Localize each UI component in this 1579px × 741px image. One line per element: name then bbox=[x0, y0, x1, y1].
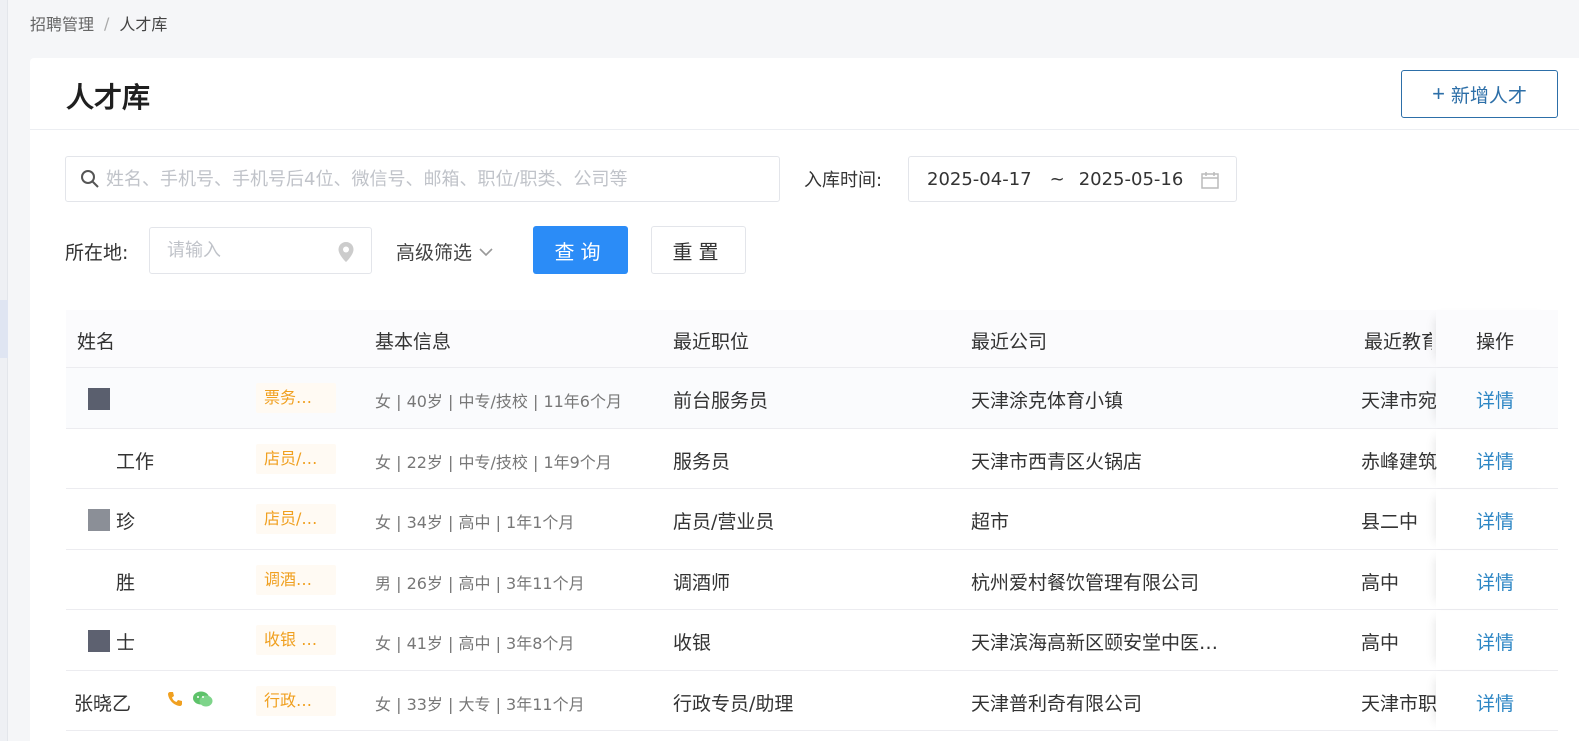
job-intent-tag: 收银 … bbox=[256, 625, 336, 655]
plus-icon: + bbox=[1432, 81, 1445, 106]
search-box[interactable] bbox=[65, 156, 780, 202]
table-header: 姓名 基本信息 最近职位 最近公司 最近教育 操作 bbox=[66, 310, 1558, 368]
location-field[interactable] bbox=[149, 227, 372, 274]
recent-education: 赤峰建筑 bbox=[1361, 450, 1438, 473]
breadcrumb-current: 人才库 bbox=[119, 15, 168, 34]
header-education: 最近教育 bbox=[1364, 331, 1432, 353]
breadcrumb-parent[interactable]: 招聘管理 bbox=[30, 11, 94, 35]
advanced-filter-toggle[interactable]: 高级筛选 bbox=[396, 238, 494, 265]
header-action: 操作 bbox=[1476, 331, 1515, 353]
recent-position: 调酒师 bbox=[673, 571, 731, 594]
basic-info: 女 | 40岁 | 中专/技校 | 11年6个月 bbox=[375, 392, 622, 411]
action-cell: 详情 bbox=[1436, 489, 1558, 549]
search-input[interactable] bbox=[106, 168, 746, 190]
side-nav-selected[interactable] bbox=[0, 300, 8, 358]
table-row[interactable]: 工作 店员/… 女 | 22岁 | 中专/技校 | 1年9个月 服务员 天津市西青区火锅… bbox=[66, 429, 1558, 489]
action-cell: 详情 bbox=[1436, 671, 1558, 731]
side-nav-strip bbox=[0, 0, 8, 741]
wechat-icon[interactable] bbox=[192, 690, 214, 708]
avatar bbox=[88, 630, 110, 652]
basic-info: 女 | 33岁 | 大专 | 3年11个月 bbox=[375, 694, 585, 714]
phone-icon[interactable] bbox=[166, 690, 184, 708]
detail-link[interactable]: 详情 bbox=[1476, 689, 1514, 716]
candidate-name[interactable]: 珍 bbox=[116, 507, 135, 534]
avatar bbox=[88, 509, 110, 531]
basic-info: 女 | 22岁 | 中专/技校 | 1年9个月 bbox=[375, 452, 612, 472]
job-intent-tag: 店员/… bbox=[256, 504, 336, 534]
candidate-name[interactable]: 胜 bbox=[116, 568, 135, 595]
recent-company: 天津滨海高新区颐安堂中医… bbox=[971, 632, 1219, 654]
card-header: 人才库 + 新增人才 bbox=[30, 58, 1579, 130]
page-title: 人才库 bbox=[66, 81, 151, 114]
date-range-picker[interactable]: 2025-04-17 ~ 2025-05-16 bbox=[908, 156, 1237, 202]
recent-position: 店员/营业员 bbox=[673, 511, 775, 533]
location-input[interactable] bbox=[167, 240, 327, 261]
header-position: 最近职位 bbox=[673, 331, 750, 353]
calendar-icon[interactable] bbox=[1200, 170, 1220, 190]
recent-education: 高中 bbox=[1361, 571, 1400, 594]
query-button[interactable]: 查询 bbox=[533, 226, 628, 274]
detail-link[interactable]: 详情 bbox=[1476, 628, 1514, 655]
table-row[interactable]: 张晓乙 行政… 女 | 33岁 | 大专 | 3年11个月 行政专员/助理 天津普利奇… bbox=[66, 671, 1558, 731]
avatar bbox=[88, 388, 110, 410]
table-row[interactable]: 票务… 女 | 40岁 | 中专/技校 | 11年6个月 前台服务员 天津涂克体育小镇… bbox=[66, 368, 1558, 429]
recent-company: 天津市西青区火锅店 bbox=[971, 450, 1143, 473]
recent-position: 行政专员/助理 bbox=[673, 692, 794, 715]
table-row[interactable]: 珍 店员/… 女 | 34岁 | 高中 | 1年1个月 店员/营业员 超市 县二中 详情 bbox=[66, 489, 1558, 550]
job-intent-tag: 票务… bbox=[256, 383, 336, 413]
advanced-filter-label: 高级筛选 bbox=[396, 242, 473, 264]
recent-education: 高中 bbox=[1361, 632, 1400, 654]
candidate-name[interactable]: 张晓乙 bbox=[74, 689, 131, 716]
header-basic: 基本信息 bbox=[375, 331, 452, 353]
job-intent-tag: 行政… bbox=[256, 685, 336, 716]
recent-education: 县二中 bbox=[1361, 511, 1419, 533]
detail-link[interactable]: 详情 bbox=[1476, 507, 1514, 534]
candidate-name[interactable]: 士 bbox=[116, 628, 135, 655]
basic-info: 男 | 26岁 | 高中 | 3年11个月 bbox=[375, 573, 585, 593]
detail-link[interactable]: 详情 bbox=[1476, 386, 1514, 413]
table-row[interactable]: 士 收银 … 女 | 41岁 | 高中 | 3年8个月 收银 天津滨海高新区颐安堂中医…… bbox=[66, 610, 1558, 671]
job-intent-tag: 店员/… bbox=[256, 443, 336, 474]
header-name: 姓名 bbox=[77, 331, 116, 353]
basic-info: 女 | 41岁 | 高中 | 3年8个月 bbox=[375, 634, 575, 653]
date-filter-label: 入库时间: bbox=[804, 170, 883, 191]
date-end[interactable]: 2025-05-16 bbox=[1079, 169, 1184, 190]
action-column-shadow: 操作 bbox=[1436, 310, 1558, 367]
recent-company: 天津普利奇有限公司 bbox=[971, 692, 1143, 715]
table-row[interactable]: 胜 调酒… 男 | 26岁 | 高中 | 3年11个月 调酒师 杭州爱村餐饮管理有限公司… bbox=[66, 550, 1558, 610]
talent-table: 姓名 基本信息 最近职位 最近公司 最近教育 操作 票务… 女 | 40岁 | 中… bbox=[66, 310, 1558, 731]
chevron-down-icon bbox=[479, 247, 493, 256]
breadcrumb-separator: / bbox=[104, 13, 110, 33]
contact-icons bbox=[166, 690, 214, 708]
detail-link[interactable]: 详情 bbox=[1476, 447, 1514, 474]
action-cell: 详情 bbox=[1436, 550, 1558, 610]
add-talent-label: 新增人才 bbox=[1450, 85, 1527, 107]
recent-position: 服务员 bbox=[673, 450, 731, 473]
recent-position: 前台服务员 bbox=[673, 390, 769, 412]
action-cell: 详情 bbox=[1436, 429, 1558, 489]
reset-button[interactable]: 重置 bbox=[651, 226, 746, 274]
header-company: 最近公司 bbox=[971, 331, 1048, 353]
recent-education: 天津市宛 bbox=[1361, 390, 1438, 412]
basic-info: 女 | 34岁 | 高中 | 1年1个月 bbox=[375, 513, 575, 532]
location-pin-icon bbox=[338, 242, 354, 262]
breadcrumb: 招聘管理 / 人才库 bbox=[30, 11, 168, 35]
action-cell: 详情 bbox=[1436, 368, 1558, 428]
date-start[interactable]: 2025-04-17 bbox=[927, 169, 1032, 190]
location-label: 所在地: bbox=[65, 242, 129, 264]
recent-company: 天津涂克体育小镇 bbox=[971, 390, 1124, 412]
recent-company: 杭州爱村餐饮管理有限公司 bbox=[971, 571, 1200, 594]
candidate-name[interactable]: 工作 bbox=[116, 447, 154, 474]
recent-position: 收银 bbox=[673, 632, 712, 654]
action-cell: 详情 bbox=[1436, 610, 1558, 670]
job-intent-tag: 调酒… bbox=[256, 564, 336, 595]
recent-company: 超市 bbox=[971, 511, 1010, 533]
main-card: 人才库 + 新增人才 入库时间: 2025-04-17 ~ 2025-05-16… bbox=[30, 58, 1579, 741]
detail-link[interactable]: 详情 bbox=[1476, 568, 1514, 595]
recent-education: 天津市职 bbox=[1361, 692, 1438, 715]
search-icon bbox=[81, 170, 99, 188]
date-tilde: ~ bbox=[1049, 168, 1065, 190]
add-talent-button[interactable]: + 新增人才 bbox=[1401, 70, 1558, 118]
